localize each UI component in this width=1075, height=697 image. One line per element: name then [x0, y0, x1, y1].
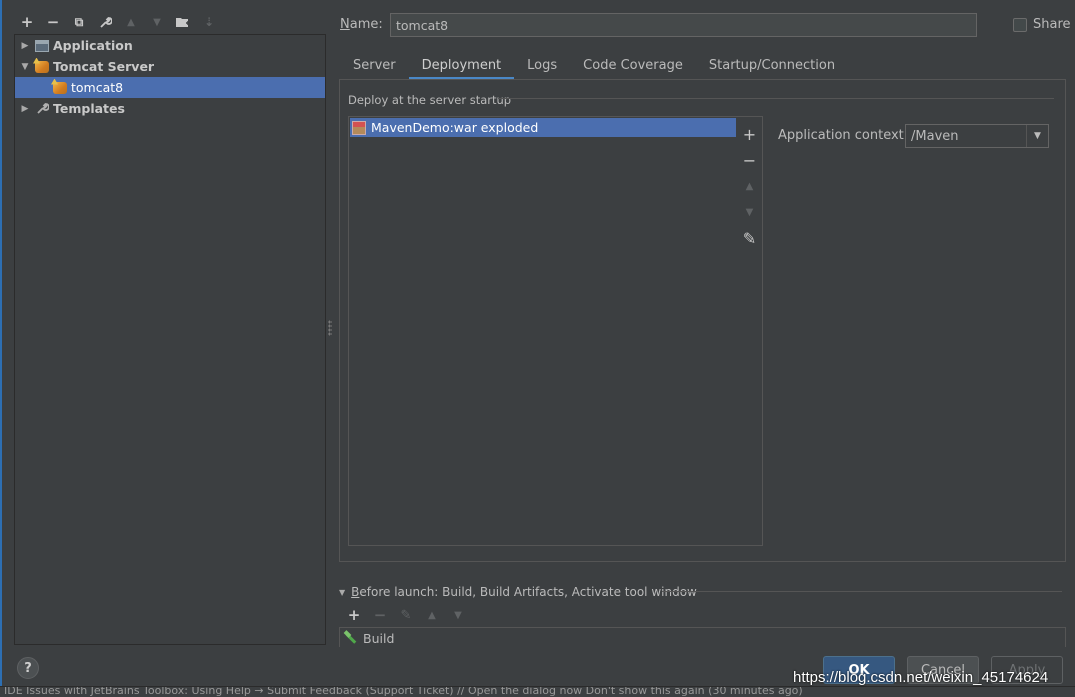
application-icon	[35, 39, 49, 52]
tree-item-label: Templates	[53, 101, 125, 116]
tomcat-icon	[53, 81, 67, 94]
hammer-icon	[343, 631, 359, 645]
config-toolbar: + − ⧉ ▲ ▼ ⇣	[14, 10, 326, 34]
tree-item-label: Tomcat Server	[53, 59, 155, 74]
move-up-button[interactable]: ▲	[118, 11, 144, 33]
remove-artifact-button[interactable]: −	[739, 147, 761, 173]
splitter-handle[interactable]	[328, 320, 332, 336]
tree-item-tomcat8[interactable]: tomcat8	[15, 77, 325, 98]
tree-item-application[interactable]: ▶ Application	[15, 35, 325, 56]
name-field[interactable]	[390, 13, 977, 37]
before-launch-title: Before launch: Build, Build Artifacts, A…	[351, 585, 697, 599]
watermark-text: https://blog.csdn.net/weixin_45174624	[793, 669, 1049, 686]
wrench-icon	[99, 16, 112, 28]
add-configuration-button[interactable]: +	[14, 11, 40, 33]
tab-server[interactable]: Server	[340, 52, 409, 79]
add-artifact-button[interactable]: +	[739, 121, 761, 147]
help-button[interactable]: ?	[17, 657, 39, 679]
share-option[interactable]: Share	[1013, 17, 1071, 32]
expand-arrow-icon[interactable]: ▶	[17, 41, 33, 51]
wrench-icon	[36, 102, 49, 114]
chevron-down-icon[interactable]: ▼	[1026, 125, 1048, 147]
tree-item-tomcat-server[interactable]: ▼ Tomcat Server	[15, 56, 325, 77]
folder-icon	[176, 18, 190, 27]
app-context-label: Application context:	[778, 128, 909, 143]
task-label: Build	[363, 630, 395, 646]
list-item[interactable]: Build	[340, 628, 1065, 648]
expand-arrow-icon[interactable]: ▶	[17, 104, 33, 114]
tab-code-coverage[interactable]: Code Coverage	[570, 52, 696, 79]
add-task-button[interactable]: +	[341, 605, 367, 625]
tab-deployment[interactable]: Deployment	[408, 52, 515, 80]
artifact-label: MavenDemo:war exploded	[371, 120, 539, 135]
before-launch-header[interactable]: ▼ Before launch: Build, Build Artifacts,…	[339, 585, 697, 599]
remove-configuration-button[interactable]: −	[40, 11, 66, 33]
share-label: Share	[1033, 17, 1071, 32]
remove-task-button[interactable]: −	[367, 605, 393, 625]
edit-defaults-button[interactable]	[92, 11, 118, 33]
move-up-button[interactable]: ▲	[419, 605, 445, 625]
deployment-list[interactable]: MavenDemo:war exploded	[348, 116, 738, 546]
list-item[interactable]: MavenDemo:war exploded	[350, 118, 736, 137]
app-context-combo[interactable]: /Maven ▼	[905, 124, 1049, 148]
collapse-arrow-icon[interactable]: ▼	[17, 62, 33, 72]
sort-button[interactable]: ⇣	[196, 11, 222, 33]
move-down-button[interactable]: ▼	[739, 199, 761, 225]
app-context-value[interactable]: /Maven	[906, 129, 1026, 144]
tab-startup-connection[interactable]: Startup/Connection	[696, 52, 848, 79]
configuration-tree: ▶ Application ▼ Tomcat Server tomcat8 ▶ …	[14, 34, 326, 645]
edit-task-button[interactable]: ✎	[393, 605, 419, 625]
deployment-toolbar: + − ▲ ▼ ✎	[737, 116, 763, 546]
window-edge	[0, 0, 2, 697]
copy-configuration-button[interactable]: ⧉	[66, 11, 92, 33]
tree-item-label: tomcat8	[71, 80, 124, 95]
deploy-section-title: Deploy at the server startup	[348, 93, 512, 107]
tree-item-label: Application	[53, 38, 133, 53]
share-checkbox[interactable]	[1013, 17, 1027, 32]
move-down-button[interactable]: ▼	[144, 11, 170, 33]
artifact-icon	[352, 120, 366, 135]
tomcat-icon	[35, 60, 49, 73]
tree-item-templates[interactable]: ▶ Templates	[15, 98, 325, 119]
status-bar: IDE Issues with JetBrains Toolbox: Using…	[0, 686, 1075, 697]
before-launch-toolbar: + − ✎ ▲ ▼	[341, 605, 471, 625]
collapse-arrow-icon[interactable]: ▼	[339, 588, 345, 597]
section-divider	[498, 98, 1054, 99]
move-up-button[interactable]: ▲	[739, 173, 761, 199]
edit-artifact-button[interactable]: ✎	[739, 225, 761, 251]
name-label: Name:	[340, 17, 383, 32]
before-launch-list[interactable]: Build	[339, 627, 1066, 647]
move-down-button[interactable]: ▼	[445, 605, 471, 625]
new-folder-button[interactable]	[170, 11, 196, 33]
section-divider	[662, 591, 1062, 592]
tab-logs[interactable]: Logs	[514, 52, 570, 79]
config-tabs: Server Deployment Logs Code Coverage Sta…	[340, 52, 848, 80]
